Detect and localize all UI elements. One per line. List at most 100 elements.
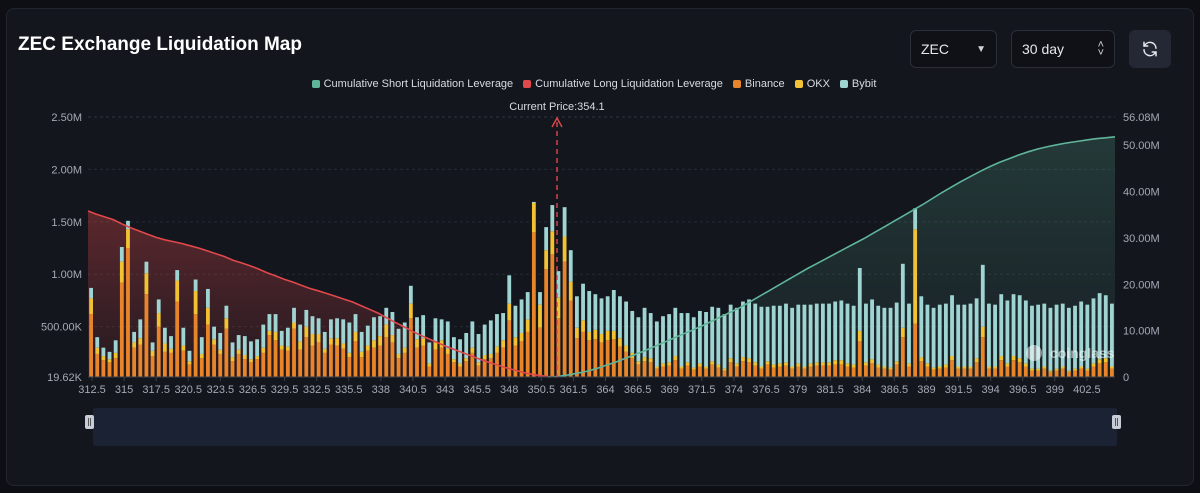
- bar-binance: [249, 362, 253, 377]
- bar-okx: [162, 343, 167, 352]
- bar-bybit: [519, 299, 524, 333]
- bar-binance: [833, 364, 838, 377]
- bar-binance: [962, 368, 967, 377]
- bar-bybit: [156, 299, 161, 314]
- bar-okx: [273, 331, 278, 341]
- zoom-slider[interactable]: [85, 408, 1121, 446]
- bar-okx: [267, 330, 272, 336]
- bar-binance: [937, 368, 942, 377]
- bar-bybit: [95, 337, 100, 348]
- bar-binance: [734, 366, 739, 377]
- bar-okx: [101, 356, 106, 361]
- bar-bybit: [685, 313, 690, 363]
- bar-binance: [267, 335, 272, 377]
- bar-okx: [488, 353, 493, 359]
- y-tick-left: 2.50M: [51, 112, 82, 124]
- bar-binance: [390, 342, 395, 377]
- bar-okx: [187, 361, 192, 365]
- x-tick-label: 326.5: [239, 384, 267, 396]
- bar-binance: [593, 339, 598, 377]
- bar-binance: [741, 361, 745, 377]
- bar-okx: [476, 362, 481, 366]
- bar-binance: [1036, 370, 1041, 377]
- bar-okx: [907, 363, 911, 367]
- bar-binance: [691, 369, 696, 377]
- x-tick-label: 374: [725, 384, 743, 396]
- bar-okx: [716, 364, 721, 368]
- bar-okx: [679, 366, 684, 369]
- bar-okx: [89, 298, 93, 315]
- bar-bybit: [697, 310, 702, 364]
- bar-okx: [1011, 356, 1016, 361]
- bar-okx: [562, 236, 567, 262]
- bar-binance: [365, 350, 370, 377]
- bar-binance: [421, 345, 426, 377]
- bar-okx: [538, 304, 542, 328]
- zoom-handle-right: [1112, 415, 1121, 429]
- y-tick-right: 50.00M: [1123, 140, 1160, 152]
- zoom-track: [93, 408, 1117, 446]
- x-tick-label: 389: [917, 384, 935, 396]
- bar-binance: [1085, 370, 1090, 377]
- y-tick-right: 40.00M: [1123, 187, 1160, 199]
- x-tick-label: 345.5: [463, 384, 491, 396]
- bar-binance: [661, 366, 665, 377]
- bar-okx: [851, 364, 856, 368]
- bar-bybit: [445, 321, 450, 349]
- bar-bybit: [667, 314, 672, 363]
- bar-okx: [415, 339, 419, 348]
- x-tick-label: 332.5: [303, 384, 331, 396]
- bar-okx: [199, 353, 204, 359]
- bar-bybit: [808, 304, 813, 364]
- bar-binance: [1011, 360, 1016, 377]
- bar-bybit: [661, 316, 665, 364]
- bar-okx: [285, 346, 290, 351]
- bar-bybit: [968, 303, 973, 367]
- bar-binance: [888, 369, 893, 377]
- bar-bybit: [593, 294, 598, 330]
- bar-binance: [1060, 368, 1065, 377]
- bar-binance: [378, 345, 383, 377]
- bar-okx: [648, 358, 653, 363]
- bar-okx: [193, 291, 198, 315]
- bar-binance: [1054, 370, 1059, 377]
- bar-bybit: [310, 316, 315, 335]
- bar-binance: [931, 369, 936, 377]
- x-tick-label: 312.5: [78, 384, 106, 396]
- bar-okx: [581, 320, 585, 332]
- bar-bybit: [993, 304, 997, 367]
- y-tick-right: 10.00M: [1123, 326, 1160, 338]
- bar-binance: [488, 358, 493, 377]
- bar-bybit: [624, 301, 629, 346]
- bar-okx: [236, 349, 241, 354]
- bar-bybit: [1017, 295, 1022, 359]
- bar-bybit: [236, 335, 241, 350]
- bar-binance: [181, 350, 186, 377]
- bar-bybit: [839, 300, 844, 361]
- bar-binance: [913, 323, 918, 377]
- bar-binance: [126, 248, 130, 377]
- bar-binance: [298, 349, 303, 377]
- bar-okx: [470, 347, 475, 353]
- bar-bybit: [833, 301, 838, 361]
- bar-bybit: [162, 327, 167, 344]
- x-tick-label: 396.5: [1009, 384, 1037, 396]
- x-tick-label: 361.5: [560, 384, 588, 396]
- bar-okx: [673, 356, 678, 361]
- bar-okx: [937, 366, 942, 369]
- bar-bybit: [574, 296, 579, 328]
- bar-binance: [144, 294, 149, 377]
- bar-bybit: [802, 304, 807, 367]
- bar-okx: [531, 202, 536, 233]
- bar-binance: [292, 328, 296, 377]
- bar-okx: [1042, 366, 1047, 369]
- bar-okx: [882, 366, 887, 369]
- bar-okx: [833, 360, 838, 365]
- bar-bybit: [439, 319, 444, 341]
- bar-binance: [704, 368, 708, 377]
- x-tick-label: 381.5: [816, 384, 844, 396]
- bar-okx: [734, 363, 739, 367]
- bar-okx: [839, 360, 844, 365]
- bar-binance: [630, 358, 635, 377]
- bar-okx: [402, 347, 407, 353]
